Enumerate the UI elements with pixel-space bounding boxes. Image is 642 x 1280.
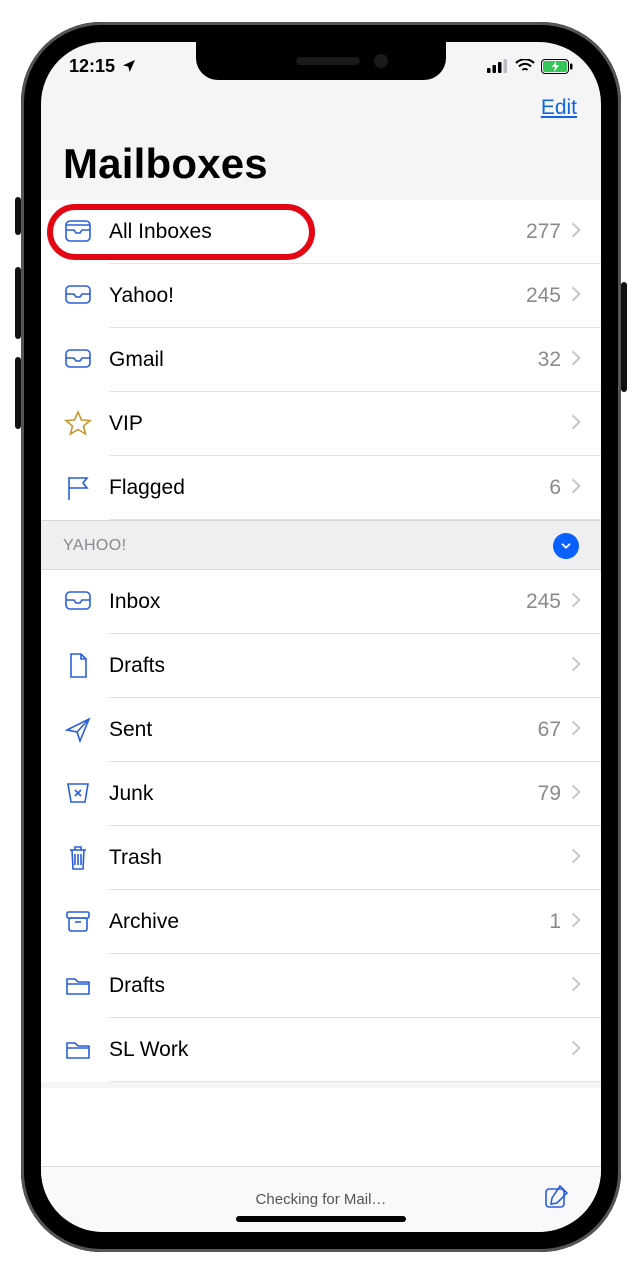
account-folder-row[interactable]: Archive1: [41, 890, 601, 954]
chevron-right-icon: [569, 284, 583, 309]
edit-button[interactable]: Edit: [541, 96, 577, 138]
mailbox-label: SL Work: [109, 1038, 569, 1062]
chevron-right-icon: [569, 348, 583, 373]
toolbar-status: Checking for Mail…: [256, 1191, 387, 1208]
mailbox-list: All Inboxes277Yahoo!245Gmail32VIPFlagged…: [41, 200, 601, 1166]
phone-frame: 12:15: [21, 22, 621, 1252]
mailbox-label: Junk: [109, 782, 538, 806]
account-folder-row[interactable]: Sent67: [41, 698, 601, 762]
tray-icon: [63, 281, 109, 311]
notch: [196, 42, 446, 80]
navbar: Edit: [41, 90, 601, 138]
mailbox-label: Drafts: [109, 974, 569, 998]
mailbox-count: 277: [526, 220, 561, 244]
folder-icon: [63, 971, 109, 1001]
mailbox-label: Gmail: [109, 348, 538, 372]
compose-button[interactable]: [543, 1182, 579, 1218]
chevron-right-icon: [569, 590, 583, 615]
flag-icon: [63, 473, 109, 503]
chevron-right-icon: [569, 782, 583, 807]
chevron-right-icon: [569, 220, 583, 245]
mailbox-label: Sent: [109, 718, 538, 742]
mailbox-label: Flagged: [109, 476, 549, 500]
tray-icon: [63, 345, 109, 375]
chevron-right-icon: [569, 974, 583, 999]
account-folder-row[interactable]: Drafts: [41, 954, 601, 1018]
volume-down-button: [15, 357, 21, 429]
mailbox-count: 245: [526, 284, 561, 308]
cell-signal-icon: [487, 59, 509, 73]
mailbox-row[interactable]: VIP: [41, 392, 601, 456]
mailbox-row[interactable]: Flagged6: [41, 456, 601, 520]
account-folder-row[interactable]: SL Work: [41, 1018, 601, 1082]
doc-icon: [63, 651, 109, 681]
silent-switch: [15, 197, 21, 235]
mailbox-count: 6: [549, 476, 561, 500]
account-folder-row[interactable]: Inbox245: [41, 570, 601, 634]
location-icon: [121, 58, 137, 74]
mailbox-label: Trash: [109, 846, 569, 870]
send-icon: [63, 715, 109, 745]
chevron-right-icon: [569, 412, 583, 437]
mailbox-count: 79: [538, 782, 561, 806]
compose-icon: [543, 1182, 571, 1210]
cabinet-icon: [63, 217, 109, 247]
status-time: 12:15: [69, 56, 115, 77]
folder-icon: [63, 1035, 109, 1065]
mailbox-row[interactable]: Yahoo!245: [41, 264, 601, 328]
chevron-right-icon: [569, 718, 583, 743]
mailbox-label: Yahoo!: [109, 284, 526, 308]
section-header-label: YAHOO!: [63, 537, 126, 555]
toolbar: Checking for Mail…: [41, 1166, 601, 1232]
account-folder-row[interactable]: Junk79: [41, 762, 601, 826]
mailbox-count: 67: [538, 718, 561, 742]
mailbox-count: 32: [538, 348, 561, 372]
mailbox-label: Inbox: [109, 590, 526, 614]
battery-icon: [541, 59, 573, 74]
mailbox-row[interactable]: All Inboxes277: [41, 200, 601, 264]
archive-icon: [63, 907, 109, 937]
trash-icon: [63, 843, 109, 873]
junk-icon: [63, 779, 109, 809]
chevron-down-icon: [553, 533, 579, 559]
chevron-right-icon: [569, 476, 583, 501]
account-folder-row[interactable]: Trash: [41, 826, 601, 890]
chevron-right-icon: [569, 654, 583, 679]
page-title: Mailboxes: [41, 138, 601, 200]
mailbox-row[interactable]: Gmail32: [41, 328, 601, 392]
power-button: [621, 282, 627, 392]
account-folder-row[interactable]: Drafts: [41, 634, 601, 698]
wifi-icon: [515, 59, 535, 73]
chevron-right-icon: [569, 1038, 583, 1063]
mailbox-count: 1: [549, 910, 561, 934]
screen: 12:15: [41, 42, 601, 1232]
section-header-yahoo[interactable]: YAHOO!: [41, 520, 601, 570]
chevron-right-icon: [569, 910, 583, 935]
mailbox-count: 245: [526, 590, 561, 614]
tray-icon: [63, 587, 109, 617]
home-indicator: [236, 1216, 406, 1222]
volume-up-button: [15, 267, 21, 339]
star-icon: [63, 409, 109, 439]
mailbox-label: All Inboxes: [109, 220, 526, 244]
chevron-right-icon: [569, 846, 583, 871]
mailbox-label: VIP: [109, 412, 569, 436]
mailbox-label: Drafts: [109, 654, 569, 678]
mailbox-label: Archive: [109, 910, 549, 934]
